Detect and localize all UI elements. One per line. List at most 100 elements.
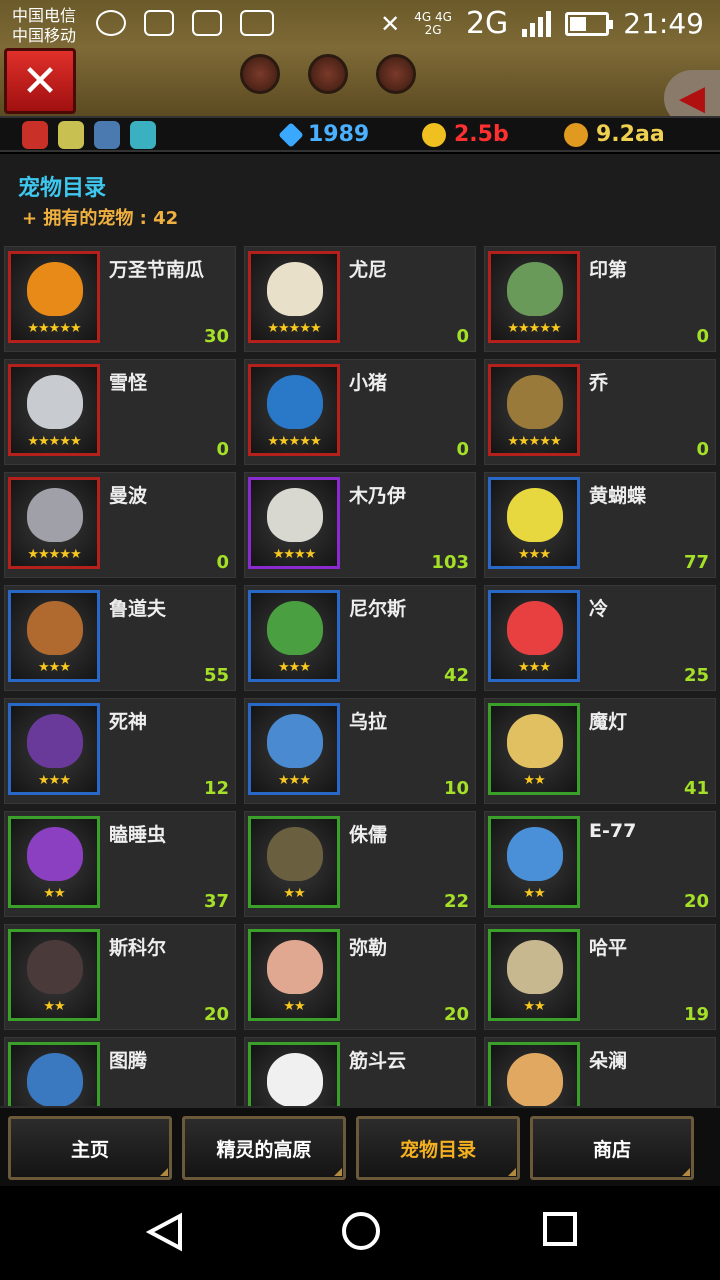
pet-portrait: ★★★ (488, 590, 580, 682)
pet-portrait: ★★★★★ (8, 364, 100, 456)
pet-name: 冷 (589, 598, 609, 620)
pet-card[interactable]: ★★★ 尼尔斯 42 (244, 585, 476, 691)
diamond-icon (278, 121, 304, 148)
pet-portrait (248, 1042, 340, 1106)
pet-name: 鲁道夫 (109, 598, 167, 620)
pet-card[interactable]: ★★ 弥勒 20 (244, 924, 476, 1030)
pet-name: 弥勒 (349, 937, 388, 959)
back-icon[interactable] (146, 1212, 186, 1252)
pet-name: 木乃伊 (349, 485, 407, 507)
pet-stars: ★★ (523, 886, 545, 901)
pet-card[interactable]: ★★ 斯科尔 20 (4, 924, 236, 1030)
pet-stars: ★★ (43, 886, 65, 901)
pet-card[interactable]: ★★ E-77 20 (484, 811, 716, 917)
hero-avatar-icon[interactable] (94, 121, 120, 149)
pet-card[interactable]: 朵澜 (484, 1037, 716, 1106)
pet-name: 侏儒 (349, 824, 388, 846)
pet-grid: ★★★★★ 万圣节南瓜 30 ★★★★★ 尤尼 0 ★★★★★ 印第 0 ★★★★★ 雪怪 0 ★★★★… (4, 246, 720, 1106)
pet-stars: ★★★ (518, 547, 551, 562)
pet-portrait: ★★★★★ (8, 251, 100, 343)
hero-avatar-icon[interactable] (58, 121, 84, 149)
medal-icon (422, 122, 446, 147)
tab-shop[interactable]: 商店 (530, 1116, 694, 1180)
pet-card[interactable]: ★★ 魔灯 41 (484, 698, 716, 804)
tab-pets[interactable]: 宠物目录 (356, 1116, 520, 1180)
hero-avatar-icon[interactable] (22, 121, 48, 149)
stage-medals (240, 54, 416, 94)
close-button[interactable]: ✕ (4, 48, 76, 114)
medal-icon (240, 54, 280, 94)
mute-icon: ✕ (380, 9, 401, 38)
pet-card[interactable]: ★★ 哈平 19 (484, 924, 716, 1030)
pet-portrait: ★★★★★ (248, 251, 340, 343)
pet-catalog-panel[interactable]: 宠物目录 + 拥有的宠物 : 42 ★★★★★ 万圣节南瓜 30 ★★★★★ 尤尼 0 ★★… (0, 154, 720, 1106)
pet-card[interactable]: 筋斗云 (244, 1037, 476, 1106)
pet-name: 朵澜 (589, 1050, 628, 1072)
pet-level: 22 (443, 891, 469, 912)
pet-name: 斯科尔 (109, 937, 167, 959)
pet-portrait: ★★ (488, 703, 580, 795)
pet-card[interactable]: ★★★ 死神 12 (4, 698, 236, 804)
pet-card[interactable]: ★★★★★ 印第 0 (484, 246, 716, 352)
pet-portrait: ★★ (248, 816, 340, 908)
medal-icon (308, 54, 348, 94)
owned-count: + 拥有的宠物 : 42 (22, 208, 179, 229)
pet-icon (267, 601, 323, 655)
pet-name: 万圣节南瓜 (109, 259, 205, 281)
pet-name: 黄蝴蝶 (589, 485, 647, 507)
pet-card[interactable]: ★★★★★ 乔 0 (484, 359, 716, 465)
pet-icon (267, 375, 323, 429)
pet-icon (507, 375, 563, 429)
pet-stars: ★★★★★ (27, 547, 81, 562)
pet-icon (27, 1053, 83, 1106)
power-value: 2.5b (454, 122, 509, 147)
pet-portrait: ★★★ (248, 590, 340, 682)
pet-stars: ★★★ (278, 660, 311, 675)
pet-stars: ★★★★★ (507, 434, 561, 449)
hero-avatar-icon[interactable] (130, 121, 156, 149)
pet-portrait: ★★★★ (248, 477, 340, 569)
pet-card[interactable]: ★★★★★ 尤尼 0 (244, 246, 476, 352)
hero-avatars (22, 121, 156, 149)
pet-name: 哈平 (589, 937, 628, 959)
pet-card[interactable]: ★★★ 鲁道夫 55 (4, 585, 236, 691)
pet-card[interactable]: ★★ 瞌睡虫 37 (4, 811, 236, 917)
tab-plateau[interactable]: 精灵的高原 (182, 1116, 346, 1180)
pet-card[interactable]: ★★★★★ 小猪 0 (244, 359, 476, 465)
signal-icon (522, 10, 552, 37)
keyboard-icon (240, 10, 274, 36)
tab-home-label: 主页 (70, 1138, 109, 1161)
pet-portrait: ★★ (488, 816, 580, 908)
pet-level: 0 (216, 552, 229, 573)
pet-icon (507, 601, 563, 655)
pet-name: 雪怪 (109, 372, 148, 394)
pet-card[interactable]: ★★★★★ 曼波 0 (4, 472, 236, 578)
recents-icon[interactable] (543, 1212, 577, 1246)
pet-card[interactable]: ★★★ 冷 25 (484, 585, 716, 691)
pet-level: 12 (203, 778, 229, 799)
pet-card[interactable]: ★★ 侏儒 22 (244, 811, 476, 917)
carrier-info: 中国电信 中国移动 (12, 6, 76, 46)
pet-stars: ★★ (523, 773, 545, 788)
network-indicator: 4G 4G 2G (414, 10, 452, 37)
pet-level: 42 (443, 665, 469, 686)
pet-name: 瞌睡虫 (109, 824, 167, 846)
pet-card[interactable]: ★★★ 黄蝴蝶 77 (484, 472, 716, 578)
pet-icon (27, 940, 83, 994)
pet-icon (27, 827, 83, 881)
pet-level: 55 (203, 665, 229, 686)
home-icon[interactable] (342, 1212, 380, 1250)
pet-card[interactable]: ★★★ 乌拉 10 (244, 698, 476, 804)
tab-home[interactable]: 主页 (8, 1116, 172, 1180)
pet-name: 尼尔斯 (349, 598, 407, 620)
pet-portrait: ★★ (8, 929, 100, 1021)
pet-icon (27, 488, 83, 542)
pet-card[interactable]: ★★★★★ 雪怪 0 (4, 359, 236, 465)
pet-card[interactable]: 图腾 (4, 1037, 236, 1106)
pet-name: 筋斗云 (349, 1050, 407, 1072)
pet-portrait: ★★★★★ (488, 364, 580, 456)
pet-card[interactable]: ★★★★★ 万圣节南瓜 30 (4, 246, 236, 352)
network-main: 2G (465, 6, 509, 41)
arrow-left-icon: ◀ (678, 78, 706, 118)
pet-card[interactable]: ★★★★ 木乃伊 103 (244, 472, 476, 578)
